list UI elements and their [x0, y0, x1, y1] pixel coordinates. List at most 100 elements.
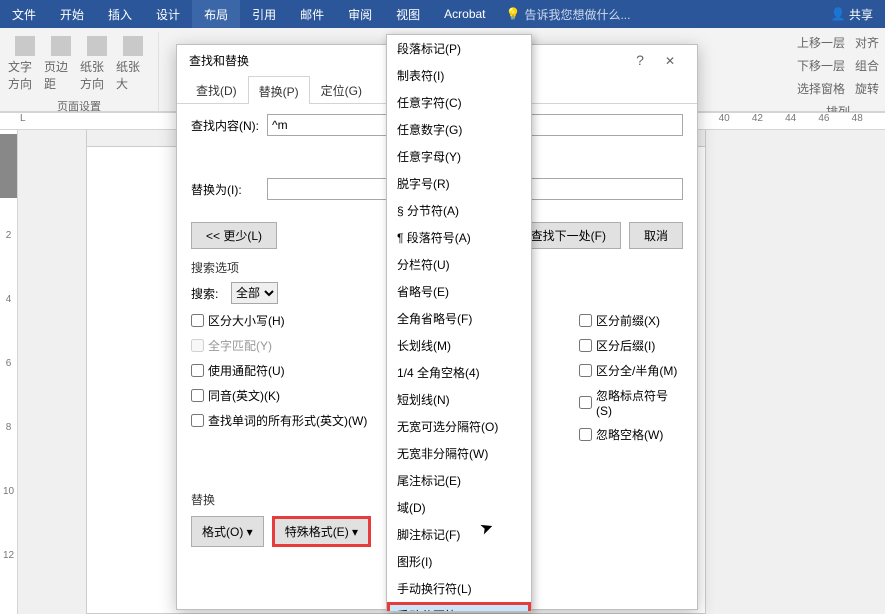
- close-button[interactable]: ✕: [655, 52, 685, 68]
- ruler-tick: 48: [852, 113, 885, 129]
- chk-match-case[interactable]: 区分大小写(H): [191, 312, 389, 329]
- chk-wildcards[interactable]: 使用通配符(U): [191, 362, 389, 379]
- popup-item[interactable]: 无宽可选分隔符(O): [387, 413, 531, 440]
- chk-ignore-punct[interactable]: 忽略标点符号(S): [579, 387, 683, 418]
- ruler-tick: [0, 198, 17, 230]
- chk-prefix[interactable]: 区分前缀(X): [579, 312, 683, 329]
- tab-find[interactable]: 查找(D): [185, 75, 248, 103]
- popup-item[interactable]: 省略号(E): [387, 278, 531, 305]
- ribbon-rotate[interactable]: 旋转: [855, 80, 879, 97]
- chk-sounds-like[interactable]: 同音(英文)(K): [191, 387, 389, 404]
- menu-mailings[interactable]: 邮件: [288, 0, 336, 28]
- margins-icon: [51, 36, 71, 56]
- ribbon-send-backward[interactable]: 下移一层: [797, 57, 845, 74]
- menu-view[interactable]: 视图: [384, 0, 432, 28]
- ruler-tick: 6: [0, 358, 17, 390]
- ruler-tick: 8: [0, 422, 17, 454]
- cancel-button[interactable]: 取消: [629, 222, 683, 249]
- ribbon-text-direction[interactable]: 文字方向: [8, 36, 42, 92]
- lightbulb-icon: 💡: [506, 7, 521, 21]
- popup-item[interactable]: 长划线(M): [387, 332, 531, 359]
- popup-item[interactable]: 任意字符(C): [387, 89, 531, 116]
- ribbon-group-objects[interactable]: 组合: [855, 57, 879, 74]
- popup-item[interactable]: 域(D): [387, 494, 531, 521]
- popup-item[interactable]: ¶ 段落符号(A): [387, 224, 531, 251]
- special-format-button[interactable]: 特殊格式(E) ▾: [272, 516, 371, 547]
- popup-item[interactable]: 1/4 全角空格(4): [387, 359, 531, 386]
- ruler-tick: 42: [752, 113, 785, 129]
- menu-file[interactable]: 文件: [0, 0, 48, 28]
- popup-item[interactable]: 手动换行符(L): [387, 575, 531, 602]
- ruler-tick: [0, 262, 17, 294]
- ruler-vertical[interactable]: 24681012: [0, 130, 18, 614]
- popup-item[interactable]: 任意字母(Y): [387, 143, 531, 170]
- ruler-tick: L: [20, 113, 53, 129]
- ruler-tick: 12: [0, 550, 17, 582]
- ruler-tick: 10: [0, 486, 17, 518]
- ruler-tick: [0, 582, 17, 614]
- special-characters-popup: 段落标记(P)制表符(I)任意字符(C)任意数字(G)任意字母(Y)脱字号(R)…: [386, 34, 532, 612]
- ruler-tick: 4: [0, 294, 17, 326]
- popup-item[interactable]: 分栏符(U): [387, 251, 531, 278]
- popup-item[interactable]: 图形(I): [387, 548, 531, 575]
- popup-item[interactable]: 脱字号(R): [387, 170, 531, 197]
- popup-item[interactable]: 手动分页符(K): [387, 602, 531, 612]
- help-button[interactable]: ?: [625, 52, 655, 68]
- popup-item[interactable]: 尾注标记(E): [387, 467, 531, 494]
- popup-item[interactable]: 脚注标记(F): [387, 521, 531, 548]
- ribbon-bring-forward[interactable]: 上移一层: [797, 34, 845, 51]
- ribbon-margins[interactable]: 页边距: [44, 36, 78, 92]
- search-direction-select[interactable]: 全部: [231, 282, 278, 304]
- tab-replace[interactable]: 替换(P): [248, 76, 310, 104]
- popup-item[interactable]: 全角省略号(F): [387, 305, 531, 332]
- popup-item[interactable]: 段落标记(P): [387, 35, 531, 62]
- menu-bar: 文件 开始 插入 设计 布局 引用 邮件 审阅 视图 Acrobat 💡告诉我您…: [0, 0, 885, 28]
- chk-ignore-space[interactable]: 忽略空格(W): [579, 426, 683, 443]
- popup-item[interactable]: 短划线(N): [387, 386, 531, 413]
- ribbon-align[interactable]: 对齐: [855, 34, 879, 51]
- menu-design[interactable]: 设计: [144, 0, 192, 28]
- menu-acrobat[interactable]: Acrobat: [432, 0, 497, 28]
- text-direction-icon: [15, 36, 35, 56]
- ruler-tick: 40: [719, 113, 752, 129]
- share-icon: 👤: [831, 7, 846, 21]
- menu-references[interactable]: 引用: [240, 0, 288, 28]
- less-button[interactable]: << 更少(L): [191, 222, 277, 249]
- menu-home[interactable]: 开始: [48, 0, 96, 28]
- paper-size-icon: [123, 36, 143, 56]
- chk-all-forms[interactable]: 查找单词的所有形式(英文)(W): [191, 412, 389, 429]
- popup-item[interactable]: 制表符(I): [387, 62, 531, 89]
- ruler-tick: 46: [818, 113, 851, 129]
- ruler-tick: [87, 113, 120, 129]
- chk-full-half[interactable]: 区分全/半角(M): [579, 362, 683, 379]
- menu-review[interactable]: 审阅: [336, 0, 384, 28]
- tell-me[interactable]: 💡告诉我您想做什么...: [498, 0, 639, 28]
- menu-insert[interactable]: 插入: [96, 0, 144, 28]
- ribbon-paper-size[interactable]: 纸张大: [116, 36, 150, 92]
- share-button[interactable]: 👤 共享: [819, 0, 885, 28]
- ribbon-label: 纸张方向: [80, 58, 114, 92]
- ribbon-orientation[interactable]: 纸张方向: [80, 36, 114, 92]
- chk-whole-word[interactable]: 全字匹配(Y): [191, 337, 389, 354]
- ribbon-group-page-setup: 文字方向 页边距 纸张方向 纸张大 页面设置: [0, 32, 159, 111]
- popup-item[interactable]: 无宽非分隔符(W): [387, 440, 531, 467]
- ruler-tick: [0, 166, 17, 198]
- ruler-tick: [0, 134, 17, 166]
- popup-item[interactable]: § 分节符(A): [387, 197, 531, 224]
- format-button[interactable]: 格式(O) ▾: [191, 516, 264, 547]
- menu-layout[interactable]: 布局: [192, 0, 240, 28]
- chk-suffix[interactable]: 区分后缀(I): [579, 337, 683, 354]
- ruler-tick: [0, 390, 17, 422]
- replace-label: 替换为(I):: [191, 181, 267, 198]
- share-label: 共享: [849, 6, 873, 23]
- ruler-tick: [120, 113, 153, 129]
- ribbon-selection-pane[interactable]: 选择窗格: [797, 80, 845, 97]
- find-label: 查找内容(N):: [191, 117, 267, 134]
- tell-me-text: 告诉我您想做什么...: [524, 6, 630, 23]
- popup-item[interactable]: 任意数字(G): [387, 116, 531, 143]
- ribbon-label: 页边距: [44, 58, 78, 92]
- tab-goto[interactable]: 定位(G): [310, 75, 373, 103]
- ribbon-label: 纸张大: [116, 58, 150, 92]
- ruler-tick: [0, 518, 17, 550]
- ruler-tick: 44: [785, 113, 818, 129]
